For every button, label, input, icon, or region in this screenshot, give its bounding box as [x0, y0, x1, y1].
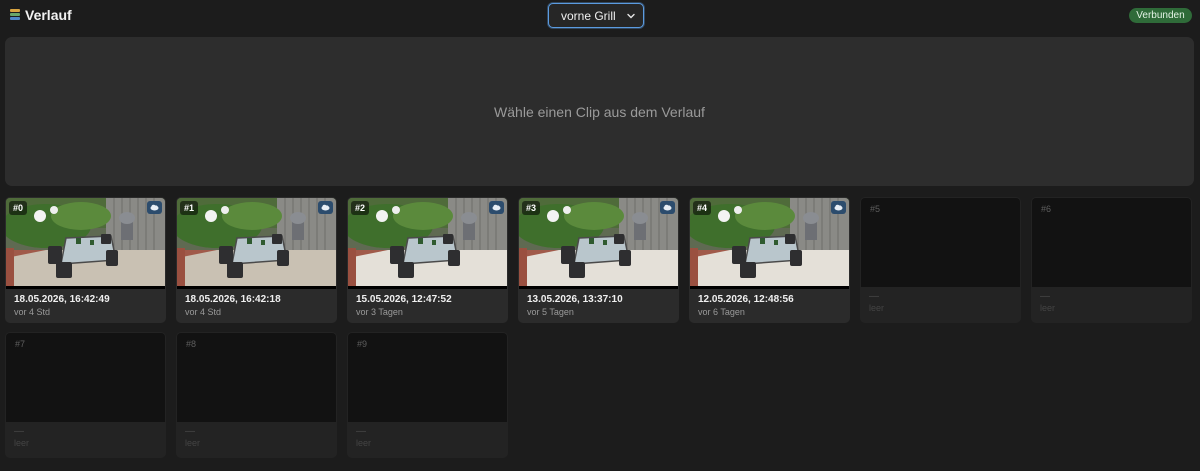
clip-age: leer: [869, 303, 885, 313]
clip-card[interactable]: #2 15.05.2026, 12:47:52 vor 3 Tagen: [347, 197, 508, 323]
clip-date: 15.05.2026, 12:47:52: [356, 294, 452, 305]
clip-index: #4: [693, 201, 712, 215]
app-icon: [9, 8, 21, 22]
clip-age: leer: [14, 438, 30, 448]
clip-date: —: [14, 426, 24, 437]
clip-thumbnail: [6, 198, 165, 289]
clip-card[interactable]: #0 18.05.2026, 16:42:49 vor 4 Std: [5, 197, 166, 323]
clip-age: leer: [1040, 303, 1056, 313]
clip-index: #1: [180, 201, 199, 215]
header: Verlauf vorne Grill Verbunden: [0, 0, 1200, 32]
clip-index: #5: [870, 204, 881, 214]
clip-date: —: [185, 426, 195, 437]
clip-age: vor 3 Tagen: [356, 307, 403, 317]
clip-index: #9: [357, 339, 368, 349]
app-title-label: Verlauf: [25, 7, 72, 23]
app-title: Verlauf: [9, 7, 72, 23]
cloud-icon: [831, 201, 846, 214]
clip-card: #6 — leer: [1031, 197, 1192, 323]
clip-card: #5 — leer: [860, 197, 1021, 323]
clip-thumbnail: [690, 198, 849, 289]
clip-age: leer: [185, 438, 201, 448]
clip-age: vor 6 Tagen: [698, 307, 745, 317]
camera-select-value: vorne Grill: [561, 8, 616, 23]
cloud-icon: [147, 201, 162, 214]
clip-index: #2: [351, 201, 370, 215]
cloud-icon: [318, 201, 333, 214]
status-badge: Verbunden: [1129, 8, 1192, 23]
clip-age: vor 4 Std: [185, 307, 222, 317]
clip-date: 18.05.2026, 16:42:49: [14, 294, 110, 305]
clip-date: —: [1040, 291, 1050, 302]
clip-index: #6: [1041, 204, 1052, 214]
clip-card[interactable]: #3 13.05.2026, 13:37:10 vor 5 Tagen: [518, 197, 679, 323]
video-player[interactable]: Wähle einen Clip aus dem Verlauf: [5, 37, 1194, 186]
clip-card: #7 — leer: [5, 332, 166, 458]
clip-date: 13.05.2026, 13:37:10: [527, 294, 623, 305]
clip-card: #9 — leer: [347, 332, 508, 458]
clip-age: vor 5 Tagen: [527, 307, 574, 317]
clip-date: —: [869, 291, 879, 302]
chevron-down-icon: [627, 13, 635, 18]
clip-index: #7: [15, 339, 26, 349]
clip-index: #3: [522, 201, 541, 215]
clip-thumbnail: [519, 198, 678, 289]
clip-index: #0: [9, 201, 28, 215]
clip-thumbnail: [6, 333, 165, 422]
clip-date: 12.05.2026, 12:48:56: [698, 294, 794, 305]
clip-thumbnail: [177, 333, 336, 422]
status-label: Verbunden: [1136, 10, 1185, 21]
clip-thumbnail: [348, 198, 507, 289]
camera-select[interactable]: vorne Grill: [548, 3, 644, 28]
clip-age: vor 4 Std: [14, 307, 51, 317]
clip-thumbnail: [177, 198, 336, 289]
clip-age: leer: [356, 438, 372, 448]
clip-index: #8: [186, 339, 197, 349]
clip-card[interactable]: #4 12.05.2026, 12:48:56 vor 6 Tagen: [689, 197, 850, 323]
clip-thumbnail: [1032, 198, 1191, 287]
clip-thumbnail: [348, 333, 507, 422]
clip-thumbnail: [861, 198, 1020, 287]
clip-card: #8 — leer: [176, 332, 337, 458]
cloud-icon: [660, 201, 675, 214]
clip-date: —: [356, 426, 366, 437]
player-hint: Wähle einen Clip aus dem Verlauf: [494, 103, 705, 120]
clip-card[interactable]: #1 18.05.2026, 16:42:18 vor 4 Std: [176, 197, 337, 323]
cloud-icon: [489, 201, 504, 214]
clip-date: 18.05.2026, 16:42:18: [185, 294, 281, 305]
